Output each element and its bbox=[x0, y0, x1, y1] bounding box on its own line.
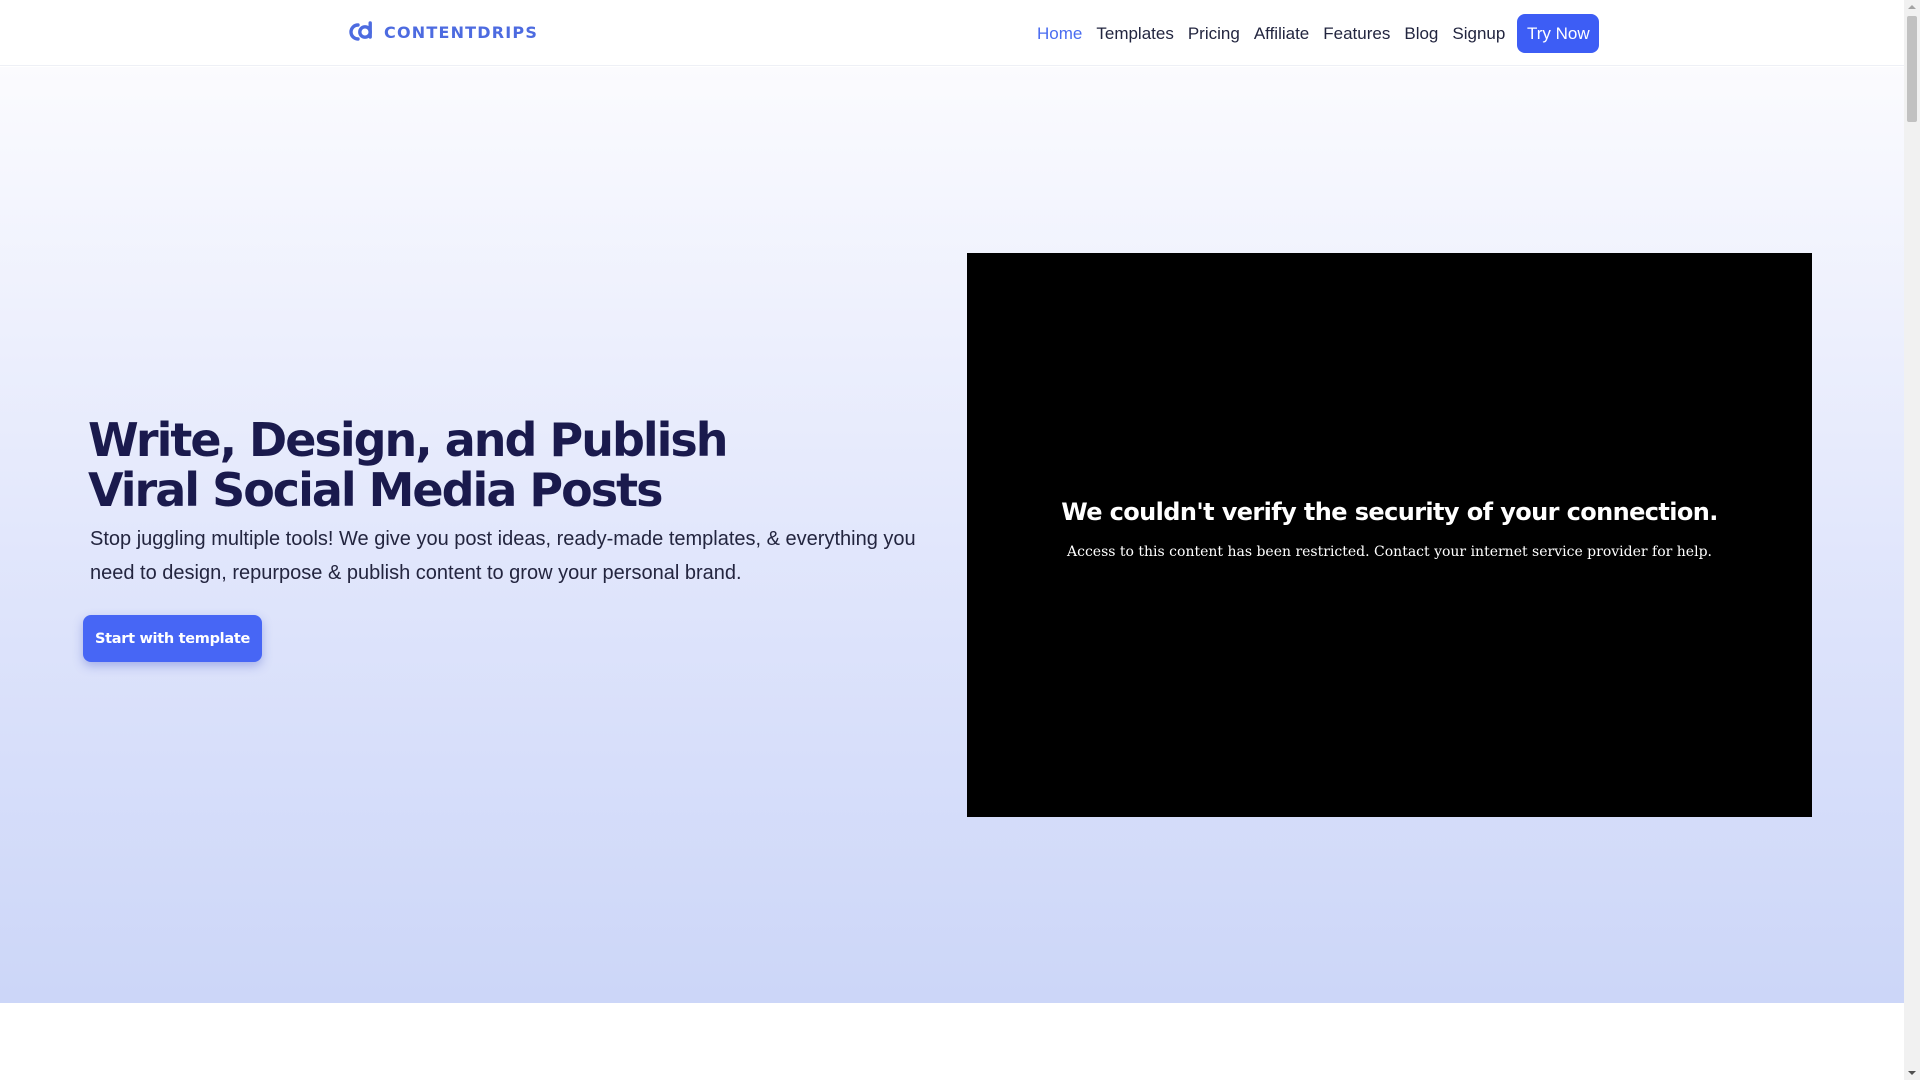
video-error-heading: We couldn't verify the security of your … bbox=[1061, 498, 1718, 526]
hero-title: Write, Design, and Publish Viral Social … bbox=[88, 413, 729, 517]
video-embed[interactable]: We couldn't verify the security of your … bbox=[967, 253, 1812, 817]
nav-link-affiliate[interactable]: Affiliate bbox=[1254, 24, 1309, 44]
nav-link-signup[interactable]: Signup bbox=[1452, 24, 1505, 44]
brand-logo[interactable]: CONTENTDRIPS bbox=[346, 20, 538, 44]
page-scrollbar[interactable] bbox=[1904, 0, 1920, 1080]
top-navbar: CONTENTDRIPS Home Templates Pricing Affi… bbox=[0, 0, 1904, 66]
nav-link-templates[interactable]: Templates bbox=[1096, 24, 1173, 44]
nav-link-features[interactable]: Features bbox=[1323, 24, 1390, 44]
try-now-button[interactable]: Try Now bbox=[1517, 14, 1600, 53]
scrollbar-thumb[interactable] bbox=[1907, 16, 1917, 122]
brand-name: CONTENTDRIPS bbox=[384, 22, 539, 42]
nav-link-pricing[interactable]: Pricing bbox=[1188, 24, 1240, 44]
scroll-up-arrow-icon[interactable] bbox=[1904, 0, 1920, 14]
contentdrips-logo-icon bbox=[349, 21, 372, 41]
nav-link-home[interactable]: Home bbox=[1037, 24, 1082, 44]
hero-section: Write, Design, and Publish Viral Social … bbox=[0, 67, 1904, 1003]
scroll-down-arrow-icon[interactable] bbox=[1904, 1066, 1920, 1080]
video-error-message: Access to this content has been restrict… bbox=[1067, 544, 1712, 560]
nav-link-blog[interactable]: Blog bbox=[1404, 24, 1438, 44]
hero-subtitle: Stop juggling multiple tools! We give yo… bbox=[90, 528, 916, 584]
start-with-template-button[interactable]: Start with template bbox=[83, 615, 262, 662]
main-nav: Home Templates Pricing Affiliate Feature… bbox=[1037, 14, 1600, 53]
